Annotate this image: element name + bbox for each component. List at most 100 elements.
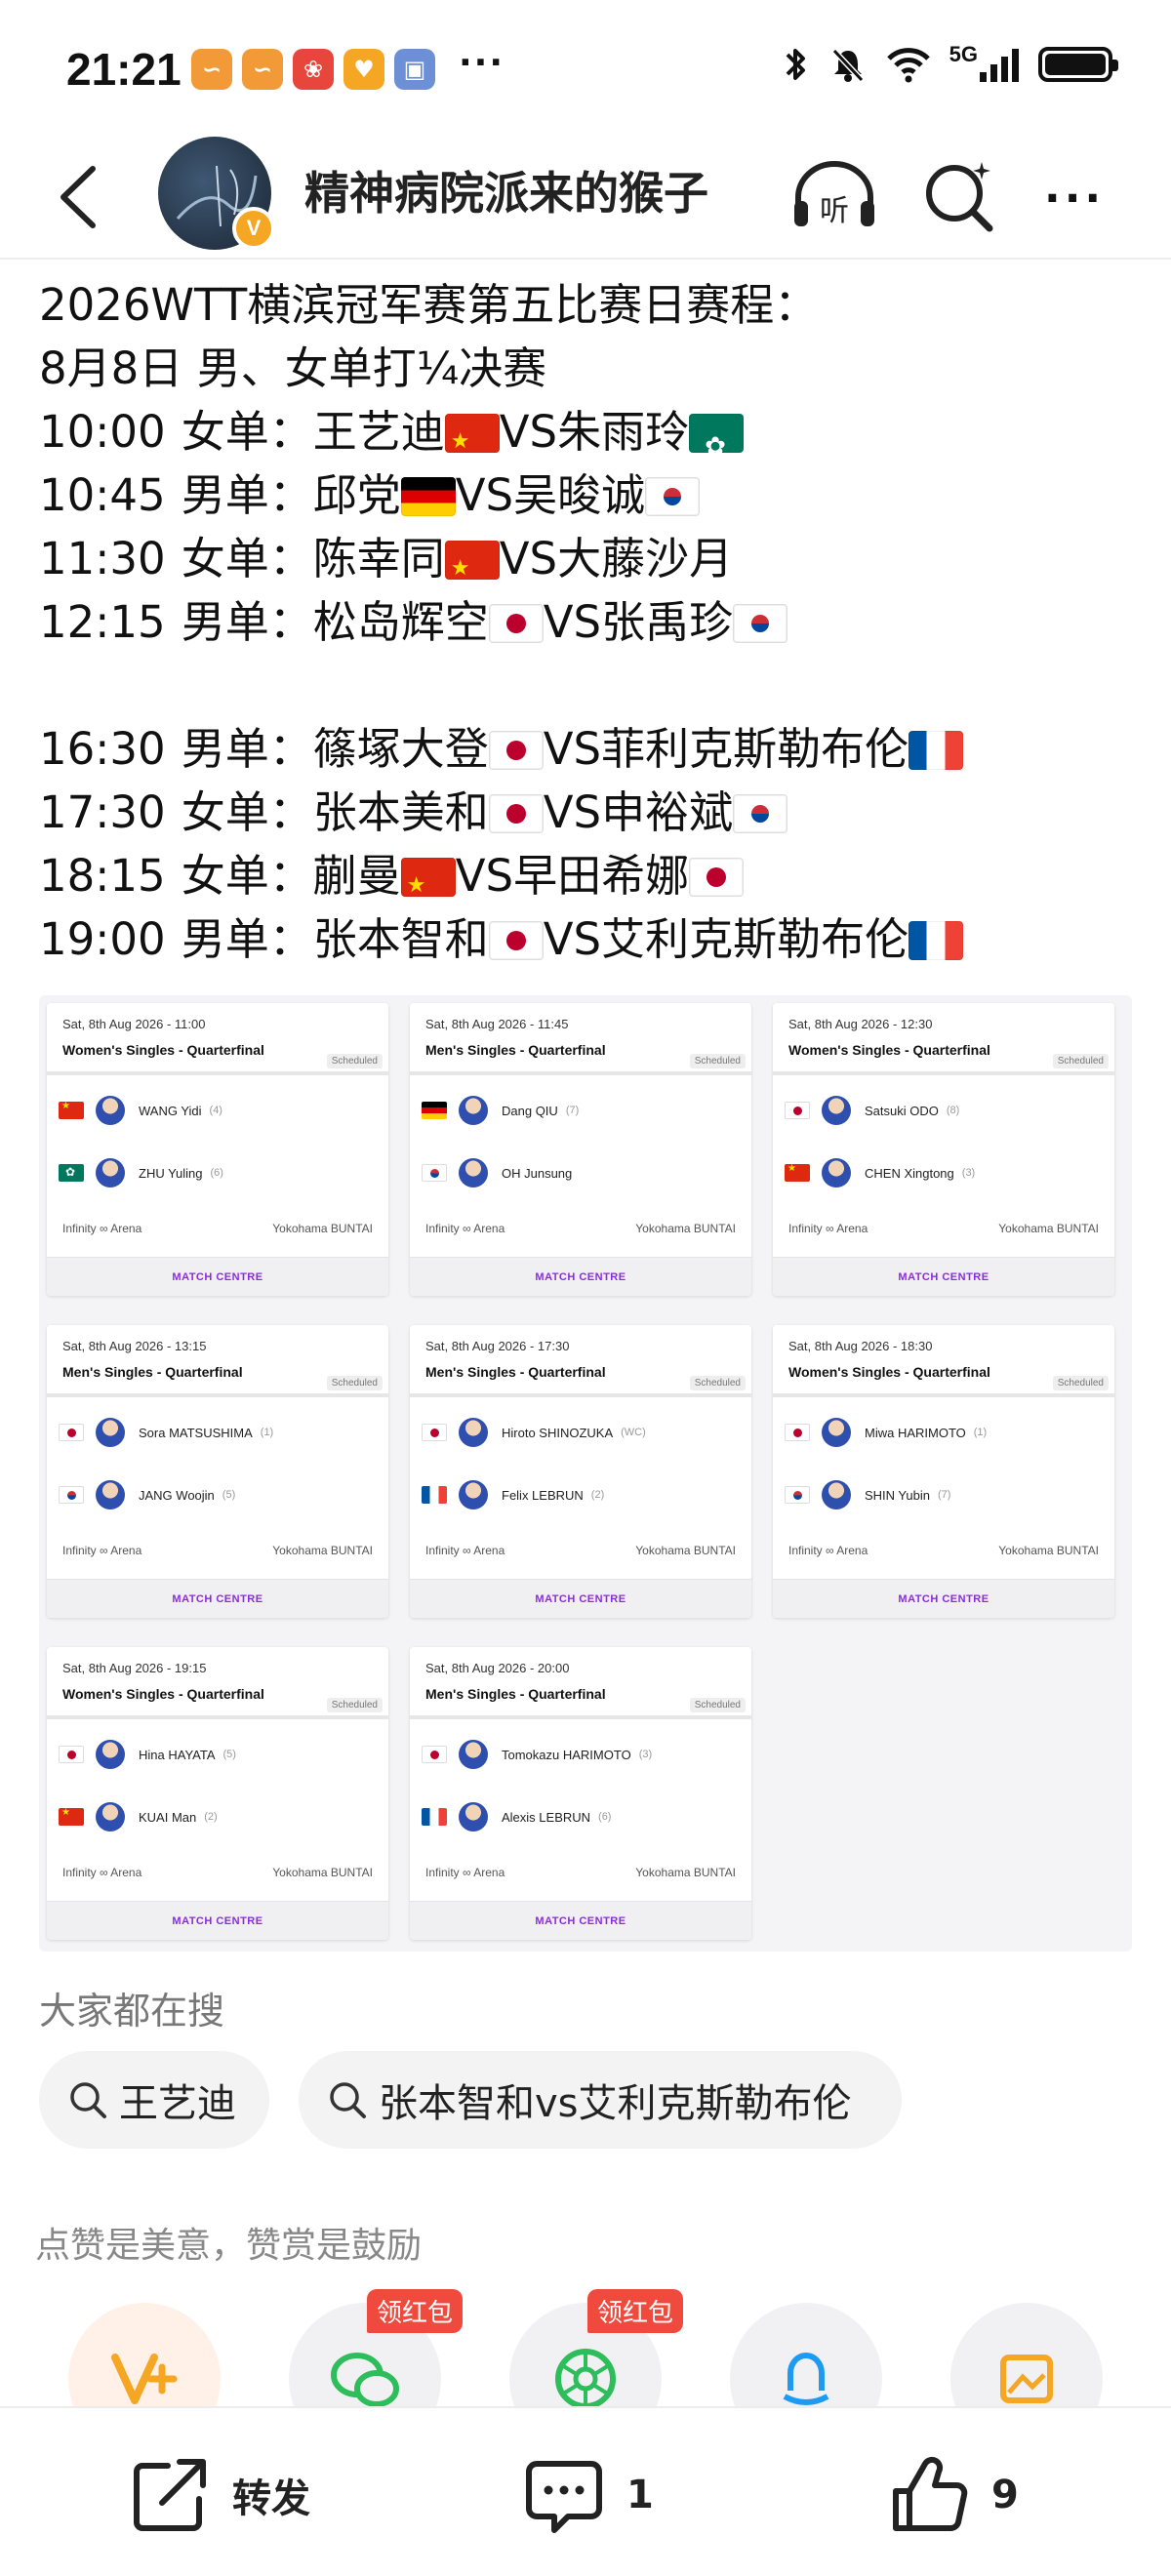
venue-label: Infinity ∞ Arena — [62, 1544, 142, 1557]
match-centre-bar[interactable]: MATCH CENTRE — [410, 1901, 751, 1940]
trending-search-title: 大家都在搜 — [39, 1990, 225, 2033]
more-options-button[interactable]: ··· — [1044, 174, 1105, 223]
match-cards-image[interactable]: Sat, 8th Aug 2026 - 11:00 Women's Singles… — [39, 995, 1132, 1952]
clock: 21:21 — [66, 44, 182, 95]
svg-text:听: 听 — [820, 194, 849, 228]
player-row[interactable]: JANG Woojin (5) — [59, 1477, 235, 1512]
player-row[interactable]: Alexis LEBRUN (6) — [422, 1799, 611, 1834]
headphones-icon: 听 — [794, 161, 874, 228]
schedule-line: 11:30 女单：陈幸同 VS大藤沙月 — [39, 527, 1142, 590]
match-card[interactable]: Sat, 8th Aug 2026 - 12:30 Women's Singles… — [773, 1003, 1114, 1296]
player-row[interactable]: Sora MATSUSHIMA (1) — [59, 1415, 273, 1450]
player-row[interactable]: ZHU Yuling (6) — [59, 1155, 223, 1190]
app-notification-icon: ∽ — [191, 49, 232, 90]
match-card[interactable]: Sat, 8th Aug 2026 - 13:15 Men's Singles -… — [47, 1325, 388, 1618]
player-seed: (5) — [222, 1489, 236, 1501]
player-seed: (2) — [204, 1811, 218, 1823]
match-time: 19:00 — [39, 913, 166, 965]
match-datetime: Sat, 8th Aug 2026 - 17:30 — [425, 1339, 570, 1353]
player-name: Felix LEBRUN — [502, 1487, 584, 1503]
listen-button[interactable]: 听 — [790, 156, 878, 234]
match-datetime: Sat, 8th Aug 2026 - 19:15 — [62, 1661, 207, 1675]
venue-label: Infinity ∞ Arena — [425, 1222, 505, 1235]
venue-label: Infinity ∞ Arena — [425, 1544, 505, 1557]
match-card[interactable]: Sat, 8th Aug 2026 - 18:30 Women's Singles… — [773, 1325, 1114, 1618]
search-chip[interactable]: 张本智和vs艾利克斯勒布伦 — [299, 2051, 902, 2149]
player-row[interactable]: Hina HAYATA (5) — [59, 1737, 236, 1772]
flag-kr-icon — [733, 604, 788, 643]
match-card[interactable]: Sat, 8th Aug 2026 - 20:00 Men's Singles -… — [410, 1647, 751, 1940]
player-row[interactable]: Felix LEBRUN (2) — [422, 1477, 604, 1512]
player-row[interactable]: Miwa HARIMOTO (1) — [785, 1415, 987, 1450]
search-icon — [330, 2082, 366, 2118]
player-photo — [96, 1740, 125, 1769]
player-name: Tomokazu HARIMOTO — [502, 1747, 631, 1762]
player-row[interactable]: OH Junsung — [422, 1155, 580, 1190]
match-centre-button[interactable]: MATCH CENTRE — [172, 1271, 262, 1283]
player-two: 菲利克斯勒布伦 — [601, 723, 909, 775]
back-button[interactable] — [39, 158, 117, 236]
player-photo — [459, 1740, 488, 1769]
schedule-block-morning: 10:00女单：王艺迪VS朱雨玲10:45男单：邱党VS吴晙诚11:30女单：陈… — [39, 400, 1142, 654]
player-photo — [96, 1158, 125, 1187]
player-photo — [459, 1802, 488, 1831]
city-label: Yokohama BUNTAI — [635, 1866, 736, 1879]
match-centre-bar[interactable]: MATCH CENTRE — [410, 1579, 751, 1618]
match-centre-button[interactable]: MATCH CENTRE — [898, 1593, 989, 1605]
player-name: Hina HAYATA — [139, 1747, 216, 1762]
match-card[interactable]: Sat, 8th Aug 2026 - 11:45 Men's Singles -… — [410, 1003, 751, 1296]
match-centre-bar[interactable]: MATCH CENTRE — [773, 1579, 1114, 1618]
like-button[interactable]: 9 — [888, 2451, 1019, 2539]
match-centre-bar[interactable]: MATCH CENTRE — [47, 1901, 388, 1940]
divider — [410, 1393, 751, 1397]
flag-jp-icon — [59, 1424, 84, 1441]
city-label: Yokohama BUNTAI — [998, 1222, 1099, 1235]
match-centre-bar[interactable]: MATCH CENTRE — [47, 1257, 388, 1296]
match-centre-bar[interactable]: MATCH CENTRE — [47, 1579, 388, 1618]
player-row[interactable]: CHEN Xingtong (3) — [785, 1155, 975, 1190]
player-row[interactable]: Satsuki ODO (8) — [785, 1093, 959, 1128]
search-chip[interactable]: 王艺迪 — [39, 2051, 269, 2149]
player-name: JANG Woojin — [139, 1487, 215, 1503]
match-centre-button[interactable]: MATCH CENTRE — [535, 1593, 626, 1605]
app-notification-icon: ∽ — [242, 49, 283, 90]
share-button[interactable]: 转发 — [129, 2451, 310, 2539]
match-event: Men's Singles - Quarterfinal — [62, 1364, 243, 1380]
player-row[interactable]: Dang QIU (7) — [422, 1093, 579, 1128]
flag-fr-icon — [909, 921, 964, 960]
player-seed: (3) — [961, 1167, 976, 1179]
match-card[interactable]: Sat, 8th Aug 2026 - 11:00 Women's Singles… — [47, 1003, 388, 1296]
flag-jp-icon — [422, 1424, 447, 1441]
player-row[interactable]: Tomokazu HARIMOTO (3) — [422, 1737, 652, 1772]
match-centre-button[interactable]: MATCH CENTRE — [172, 1915, 262, 1927]
author-name[interactable]: 精神病院派来的猴子 — [304, 158, 708, 222]
match-datetime: Sat, 8th Aug 2026 - 12:30 — [788, 1017, 933, 1031]
match-centre-button[interactable]: MATCH CENTRE — [535, 1915, 626, 1927]
player-row[interactable]: SHIN Yubin (7) — [785, 1477, 950, 1512]
divider — [773, 1071, 1114, 1075]
comment-button[interactable]: 1 — [523, 2451, 654, 2539]
match-centre-button[interactable]: MATCH CENTRE — [172, 1593, 262, 1605]
player-row[interactable]: Hiroto SHINOZUKA (WC) — [422, 1415, 646, 1450]
player-row[interactable]: KUAI Man (2) — [59, 1799, 218, 1834]
match-event: Men's Singles - Quarterfinal — [425, 1364, 606, 1380]
match-centre-button[interactable]: MATCH CENTRE — [898, 1271, 989, 1283]
player-photo — [822, 1418, 851, 1447]
match-time: 16:30 — [39, 723, 166, 775]
match-centre-bar[interactable]: MATCH CENTRE — [410, 1257, 751, 1296]
player-seed: (8) — [946, 1105, 960, 1116]
search-button[interactable] — [921, 156, 999, 234]
match-centre-bar[interactable]: MATCH CENTRE — [773, 1257, 1114, 1296]
match-card[interactable]: Sat, 8th Aug 2026 - 17:30 Men's Singles -… — [410, 1325, 751, 1618]
flag-jp-icon — [689, 858, 745, 897]
player-one: 王艺迪 — [312, 406, 445, 458]
match-centre-button[interactable]: MATCH CENTRE — [535, 1271, 626, 1283]
player-name: CHEN Xingtong — [865, 1165, 954, 1181]
player-one: 蒯曼 — [312, 850, 401, 902]
player-row[interactable]: WANG Yidi (4) — [59, 1093, 222, 1128]
red-packet-badge: 领红包 — [587, 2289, 684, 2333]
match-card[interactable]: Sat, 8th Aug 2026 - 19:15 Women's Singles… — [47, 1647, 388, 1940]
match-time: 17:30 — [39, 786, 166, 838]
system-icons: 5G — [782, 42, 1118, 84]
flag-jp-icon — [785, 1424, 810, 1441]
